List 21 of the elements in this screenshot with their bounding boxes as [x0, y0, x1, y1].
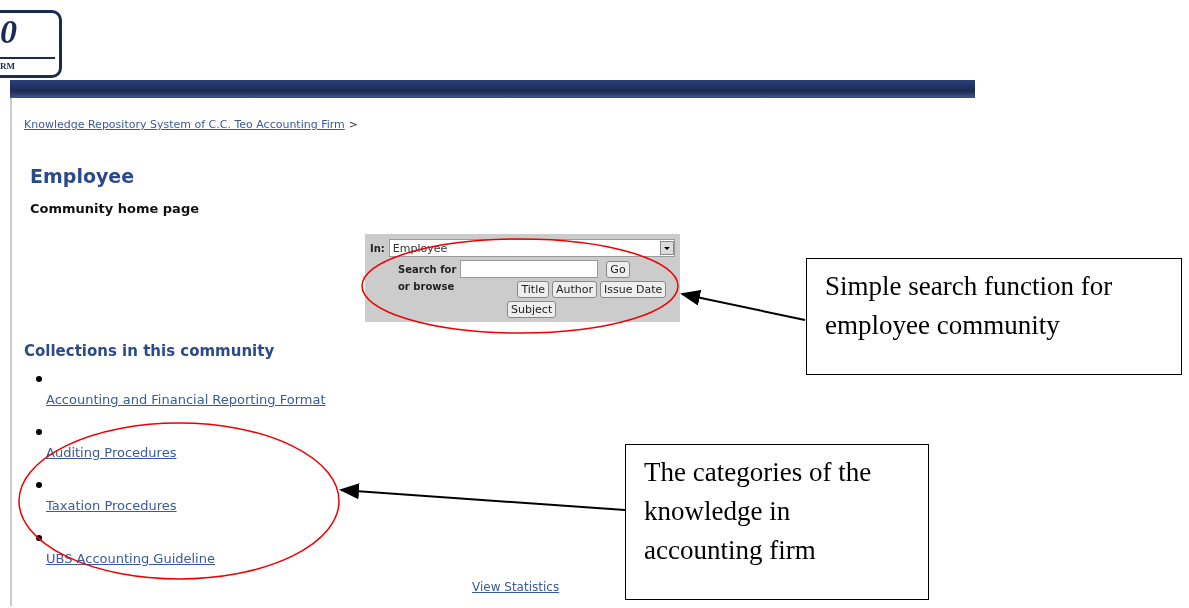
collections-heading: Collections in this community — [24, 342, 276, 360]
callout-note: The categories of the knowledge in accounting firm — [625, 444, 929, 600]
page-heading: Employee — [30, 165, 136, 187]
logo-mark: 0 — [0, 15, 18, 49]
breadcrumb-separator: > — [348, 118, 359, 131]
go-button[interactable]: Go — [606, 260, 630, 278]
view-statistics-link[interactable]: View Statistics — [472, 580, 560, 594]
search-label: Search for — [398, 263, 457, 275]
collection-link[interactable]: Taxation Procedures — [46, 498, 177, 513]
browse-button[interactable]: Subject — [507, 301, 557, 318]
browse-button[interactable]: Issue Date — [600, 281, 667, 298]
page-subheading: Community home page — [30, 201, 201, 216]
collection-link[interactable]: UBS Accounting Guideline — [46, 551, 215, 566]
logo-caption: RM — [0, 57, 55, 71]
callout-note: Simple search function for employee community — [806, 258, 1182, 375]
collection-link[interactable]: Accounting and Financial Reporting Format — [46, 392, 326, 407]
breadcrumb-link[interactable]: Knowledge Repository System of C.C. Teo Accounting Firm — [24, 118, 345, 131]
browse-button[interactable]: Author — [551, 281, 597, 298]
browse-label: or browse — [398, 281, 455, 292]
browse-button[interactable]: Title — [517, 281, 549, 298]
scope-label: In: — [370, 242, 385, 254]
